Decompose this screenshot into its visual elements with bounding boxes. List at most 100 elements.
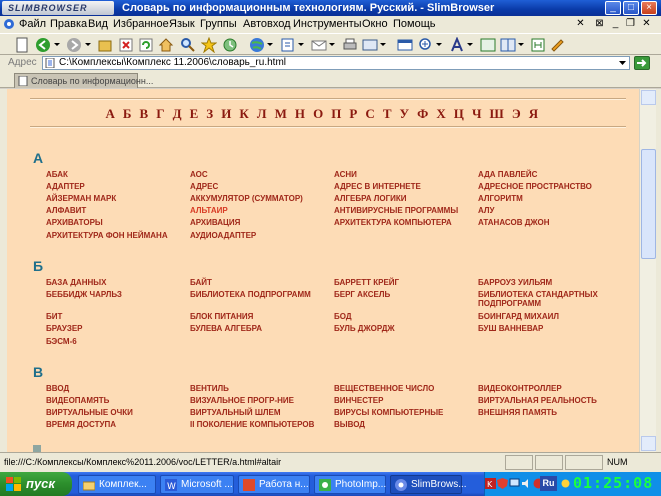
term-link[interactable]: АЛФАВИТ <box>46 206 86 215</box>
taskbar-item-slimbrowser[interactable]: SlimBrows... <box>390 475 467 494</box>
tray-shield-icon[interactable] <box>497 478 508 489</box>
term-link[interactable]: ВЕЩЕСТВЕННОЕ ЧИСЛО <box>334 384 434 393</box>
term-link-hovered[interactable]: АЛЬТАИР <box>190 206 228 215</box>
term-link[interactable]: ВИДЕОКОНТРОЛЛЕР <box>478 384 562 393</box>
skin-icon[interactable] <box>549 37 565 53</box>
term-link[interactable]: ВИДЕОПАМЯТЬ <box>46 396 109 405</box>
tab-dictionary[interactable]: Словарь по информационн... <box>14 73 153 88</box>
term-link[interactable]: АРХИТЕКТУРА ФОН НЕЙМАНА <box>46 231 168 240</box>
vertical-scrollbar[interactable] <box>639 89 656 452</box>
term-link[interactable]: ВЫВОД <box>334 420 365 429</box>
go-button[interactable] <box>634 56 650 70</box>
taskbar-item-folder[interactable]: Комплек... <box>78 475 156 494</box>
window-tile-icon[interactable] <box>500 37 516 53</box>
forward-dropdown-icon[interactable] <box>85 43 91 46</box>
tile-dropdown-icon[interactable] <box>518 43 524 46</box>
term-link[interactable]: АДА ПАВЛЕЙС <box>478 170 537 179</box>
term-link[interactable]: АБАК <box>46 170 68 179</box>
menu-view[interactable]: Вид <box>88 18 108 31</box>
capture-dropdown-icon[interactable] <box>380 43 386 46</box>
tab-list-icon[interactable]: ⊠ <box>593 18 606 30</box>
print-icon[interactable] <box>342 37 358 53</box>
term-link[interactable]: АДРЕСНОЕ ПРОСТРАНСТВО <box>478 182 592 191</box>
maximize-button[interactable]: □ <box>623 1 639 15</box>
term-link[interactable]: АРХИТЕКТУРА КОМПЬЮТЕРА <box>334 218 452 227</box>
term-link[interactable]: АЛУ <box>478 206 494 215</box>
mdi-minimize-button[interactable]: _ <box>609 18 622 30</box>
menu-tools[interactable]: Инструменты <box>293 18 362 31</box>
menu-file[interactable]: Файл <box>19 18 46 31</box>
menu-language[interactable]: Язык <box>169 18 195 31</box>
term-link[interactable]: ВИРУСЫ КОМПЬЮТЕРНЫЕ <box>334 408 443 417</box>
title-bar[interactable]: SLIMBROWSER Словарь по информационным те… <box>0 0 661 16</box>
mdi-close-button[interactable]: ✕ <box>640 18 653 30</box>
popup-blocker-icon[interactable] <box>397 37 413 53</box>
term-link[interactable]: БУШ ВАННЕВАР <box>478 324 543 333</box>
term-link[interactable]: ВИНЧЕСТЕР <box>334 396 383 405</box>
term-link[interactable]: АОС <box>190 170 208 179</box>
term-link[interactable]: АУДИОАДАПТЕР <box>190 231 256 240</box>
menu-window[interactable]: Окно <box>362 18 388 31</box>
scroll-thumb[interactable] <box>641 149 656 259</box>
term-link[interactable]: БАЙТ <box>190 278 212 287</box>
term-link[interactable]: АДРЕС <box>190 182 218 191</box>
menu-help[interactable]: Помощь <box>393 18 436 31</box>
mail-icon[interactable] <box>311 37 327 53</box>
term-link[interactable]: БРАУЗЕР <box>46 324 83 333</box>
alphabet-index[interactable]: А Б В Г Д Е З И К Л М Н О П Р С Т У Ф Х … <box>7 106 639 122</box>
mdi-restore-button[interactable]: ❐ <box>624 18 637 30</box>
edit-dropdown-icon[interactable] <box>298 43 304 46</box>
term-link[interactable]: БЛОК ПИТАНИЯ <box>190 312 253 321</box>
stop-icon[interactable] <box>118 37 134 53</box>
font-size-icon[interactable] <box>449 37 465 53</box>
history-icon[interactable] <box>222 37 238 53</box>
zoom-dropdown-icon[interactable] <box>436 43 442 46</box>
tray-kaspersky-icon[interactable]: K <box>485 478 496 489</box>
term-link[interactable]: БАРРЕТТ КРЕЙГ <box>334 278 399 287</box>
term-link[interactable]: АДРЕС В ИНТЕРНЕТЕ <box>334 182 421 191</box>
close-button[interactable]: × <box>641 1 657 15</box>
term-link[interactable]: ВИРТУАЛЬНЫЕ ОЧКИ <box>46 408 133 417</box>
term-link[interactable]: АРХИВАЦИЯ <box>190 218 240 227</box>
term-link[interactable]: АЛГЕБРА ЛОГИКИ <box>334 194 407 203</box>
term-link[interactable]: БОИНГАРД МИХАИЛ <box>478 312 559 321</box>
term-link[interactable]: АНТИВИРУСНЫЕ ПРОГРАММЫ <box>334 206 458 215</box>
new-page-icon[interactable] <box>14 37 30 53</box>
source-view-icon[interactable] <box>480 37 496 53</box>
term-link[interactable]: АЙЗЕРМАН МАРК <box>46 194 116 203</box>
term-link[interactable]: БИБЛИОТЕКА ПОДПРОГРАММ <box>190 290 311 299</box>
font-dropdown-icon[interactable] <box>467 43 473 46</box>
term-link[interactable]: АДАПТЕР <box>46 182 85 191</box>
term-link[interactable]: БУЛЕВА АЛГЕБРА <box>190 324 262 333</box>
menu-edit[interactable]: Правка <box>50 18 87 31</box>
term-link[interactable]: АСНИ <box>334 170 357 179</box>
taskbar-item-word[interactable]: W Microsoft ... <box>160 475 234 494</box>
menu-groups[interactable]: Группы <box>200 18 237 31</box>
term-link[interactable]: БЕРГ АКСЕЛЬ <box>334 290 390 299</box>
term-link[interactable]: БЕББИДЖ ЧАРЛЬЗ <box>46 290 122 299</box>
minimize-button[interactable]: _ <box>605 1 621 15</box>
term-link[interactable]: ВНЕШНЯЯ ПАМЯТЬ <box>478 408 557 417</box>
term-link[interactable]: ВИРТУАЛЬНЫЙ ШЛЕМ <box>190 408 281 417</box>
scroll-up-button[interactable] <box>641 90 656 105</box>
back-dropdown-icon[interactable] <box>54 43 60 46</box>
start-button[interactable]: пуск <box>0 472 72 496</box>
term-link[interactable]: БАЗА ДАННЫХ <box>46 278 106 287</box>
system-clock[interactable]: 01:25:08 <box>573 474 653 492</box>
back-icon[interactable] <box>35 37 51 53</box>
refresh-icon[interactable] <box>138 37 154 53</box>
term-link[interactable]: АЛГОРИТМ <box>478 194 523 203</box>
screen-capture-icon[interactable] <box>362 37 378 53</box>
edit-icon[interactable] <box>280 37 296 53</box>
term-link[interactable]: БЭСМ-6 <box>46 337 77 346</box>
zoom-icon[interactable] <box>418 37 434 53</box>
term-link[interactable]: БУЛЬ ДЖОРДЖ <box>334 324 395 333</box>
address-dropdown-icon[interactable] <box>617 58 628 68</box>
scroll-down-button[interactable] <box>641 436 656 451</box>
term-link[interactable]: АРХИВАТОРЫ <box>46 218 103 227</box>
address-input[interactable]: C:\Комплексы\Комплекс 11.2006\словарь_ru… <box>42 56 630 70</box>
home-icon[interactable] <box>158 37 174 53</box>
term-link[interactable]: БОД <box>334 312 352 321</box>
taskbar-item-work[interactable]: Работа н... <box>238 475 310 494</box>
term-link[interactable]: ВРЕМЯ ДОСТУПА <box>46 420 116 429</box>
